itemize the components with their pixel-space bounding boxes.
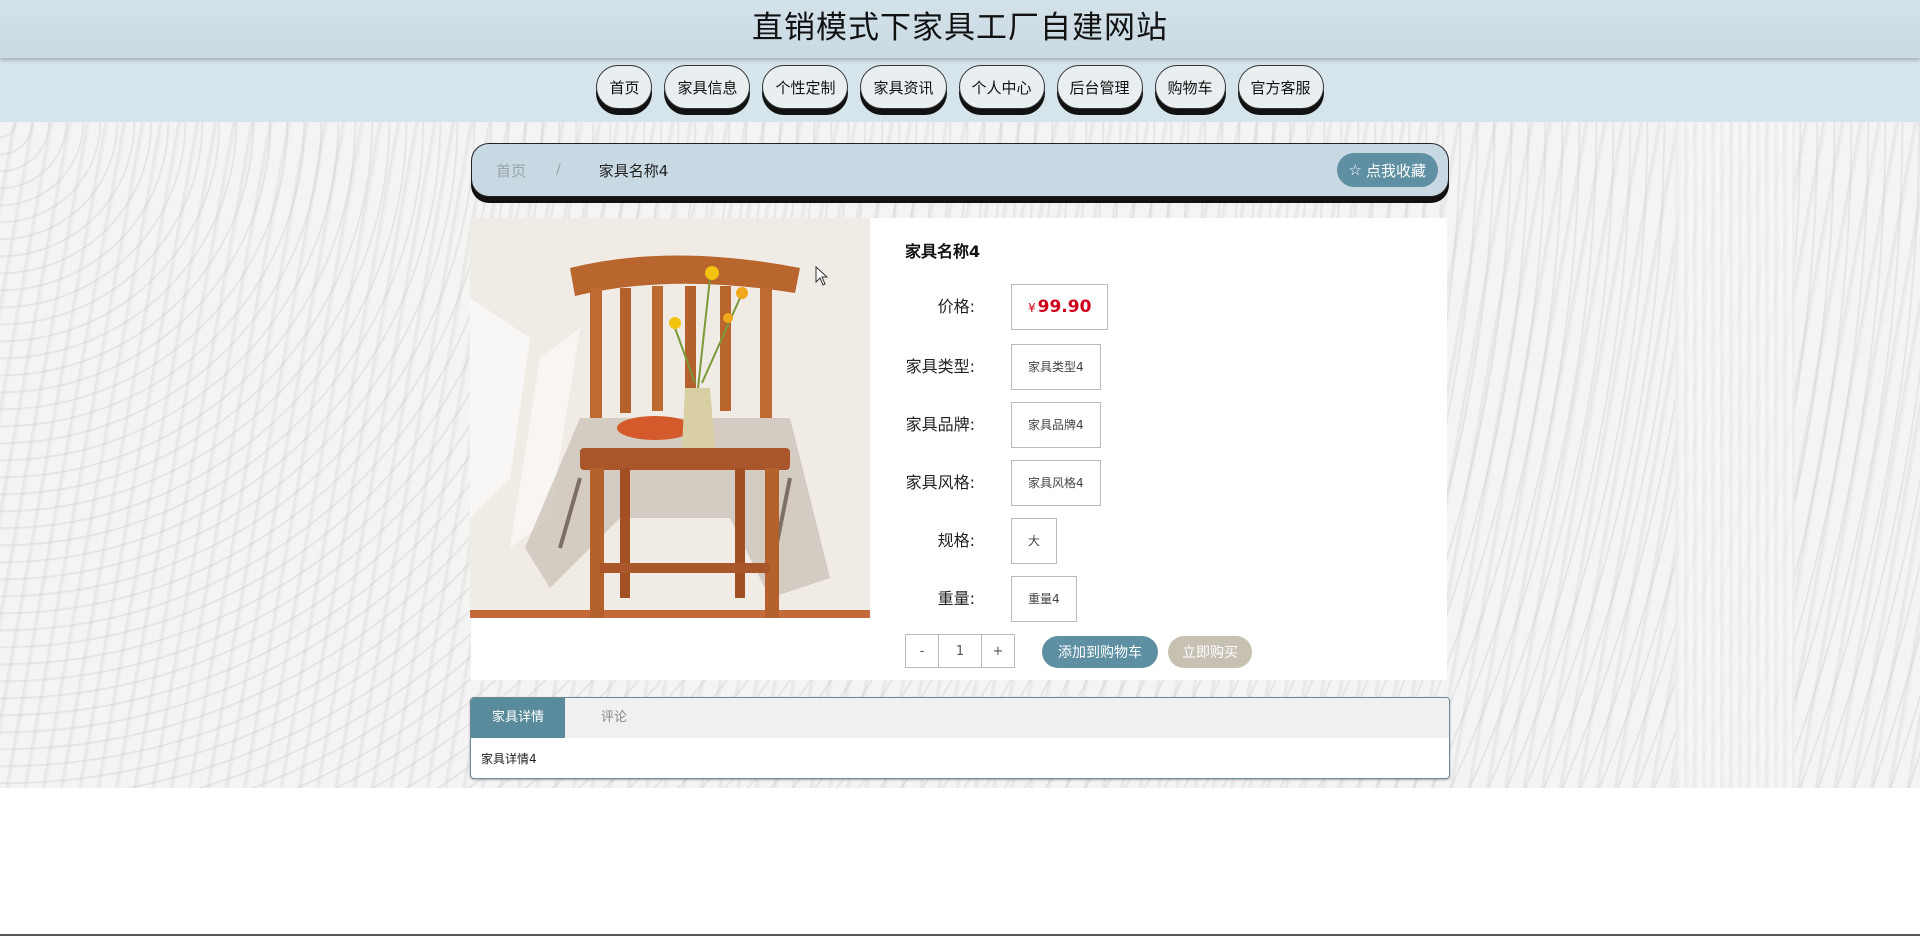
tab-content: 家具详情4 bbox=[481, 752, 537, 766]
tab-header: 家具详情 评论 bbox=[471, 698, 1449, 738]
weight-row: 重量: 重量4 bbox=[905, 576, 1425, 622]
price-value-box: ¥99.90 bbox=[1011, 284, 1109, 330]
style-label: 家具风格: bbox=[905, 473, 975, 492]
site-header: 直销模式下家具工厂自建网站 bbox=[0, 0, 1920, 58]
nav-item-customization[interactable]: 个性定制 bbox=[762, 65, 849, 109]
nav-item-cart[interactable]: 购物车 bbox=[1154, 65, 1226, 109]
style-row: 家具风格: 家具风格4 bbox=[905, 460, 1425, 506]
breadcrumb-current: 家具名称4 bbox=[598, 161, 669, 180]
tab-details[interactable]: 家具详情 bbox=[471, 698, 565, 738]
add-to-cart-button[interactable]: 添加到购物车 bbox=[1042, 636, 1158, 668]
tab-comments[interactable]: 评论 bbox=[601, 698, 627, 738]
buy-now-button[interactable]: 立即购买 bbox=[1168, 636, 1252, 668]
price-row: 价格: ¥99.90 bbox=[905, 284, 1425, 330]
currency-symbol: ¥ bbox=[1028, 301, 1036, 315]
brand-label: 家具品牌: bbox=[905, 415, 975, 434]
nav-item-home[interactable]: 首页 bbox=[596, 65, 653, 109]
background-strip bbox=[1675, 122, 1795, 788]
favorite-button[interactable]: ☆ 点我收藏 bbox=[1336, 153, 1438, 187]
brand-value: 家具品牌4 bbox=[1011, 402, 1101, 448]
nav-item-furniture-info[interactable]: 家具信息 bbox=[664, 65, 751, 109]
nav-item-support[interactable]: 官方客服 bbox=[1237, 65, 1324, 109]
type-label: 家具类型: bbox=[905, 357, 975, 376]
type-row: 家具类型: 家具类型4 bbox=[905, 344, 1425, 390]
star-outline-icon: ☆ bbox=[1348, 161, 1362, 179]
breadcrumb-separator: / bbox=[556, 162, 561, 178]
price-label: 价格: bbox=[937, 297, 975, 316]
site-title: 直销模式下家具工厂自建网站 bbox=[752, 10, 1168, 46]
nav-item-admin[interactable]: 后台管理 bbox=[1056, 65, 1143, 109]
quantity-decrease-button[interactable]: - bbox=[905, 634, 939, 668]
product-image bbox=[470, 218, 870, 618]
spec-label: 规格: bbox=[937, 531, 975, 550]
weight-label: 重量: bbox=[937, 589, 975, 608]
type-value: 家具类型4 bbox=[1011, 344, 1101, 390]
price-value: 99.90 bbox=[1037, 297, 1092, 317]
nav-item-profile[interactable]: 个人中心 bbox=[958, 65, 1045, 109]
breadcrumb: 首页 / 家具名称4 ☆ 点我收藏 bbox=[471, 143, 1449, 197]
favorite-label: 点我收藏 bbox=[1365, 161, 1426, 180]
brand-row: 家具品牌: 家具品牌4 bbox=[905, 402, 1425, 448]
quantity-input[interactable]: 1 bbox=[939, 634, 981, 668]
quantity-increase-button[interactable]: + bbox=[981, 634, 1015, 668]
chair-illustration bbox=[470, 218, 870, 618]
spec-row: 规格: 大 bbox=[905, 518, 1425, 564]
mouse-cursor-icon bbox=[815, 266, 829, 286]
nav-item-news[interactable]: 家具资讯 bbox=[860, 65, 947, 109]
weight-value: 重量4 bbox=[1011, 576, 1077, 622]
style-value: 家具风格4 bbox=[1011, 460, 1101, 506]
breadcrumb-home[interactable]: 首页 bbox=[496, 160, 526, 181]
product-name: 家具名称4 bbox=[905, 242, 981, 261]
main-nav: 首页 家具信息 个性定制 家具资讯 个人中心 后台管理 购物车 官方客服 bbox=[0, 58, 1920, 122]
spec-value: 大 bbox=[1011, 518, 1058, 564]
quantity-stepper: - 1 + bbox=[905, 634, 1015, 668]
detail-tabs: 家具详情 评论 家具详情4 bbox=[470, 697, 1450, 779]
